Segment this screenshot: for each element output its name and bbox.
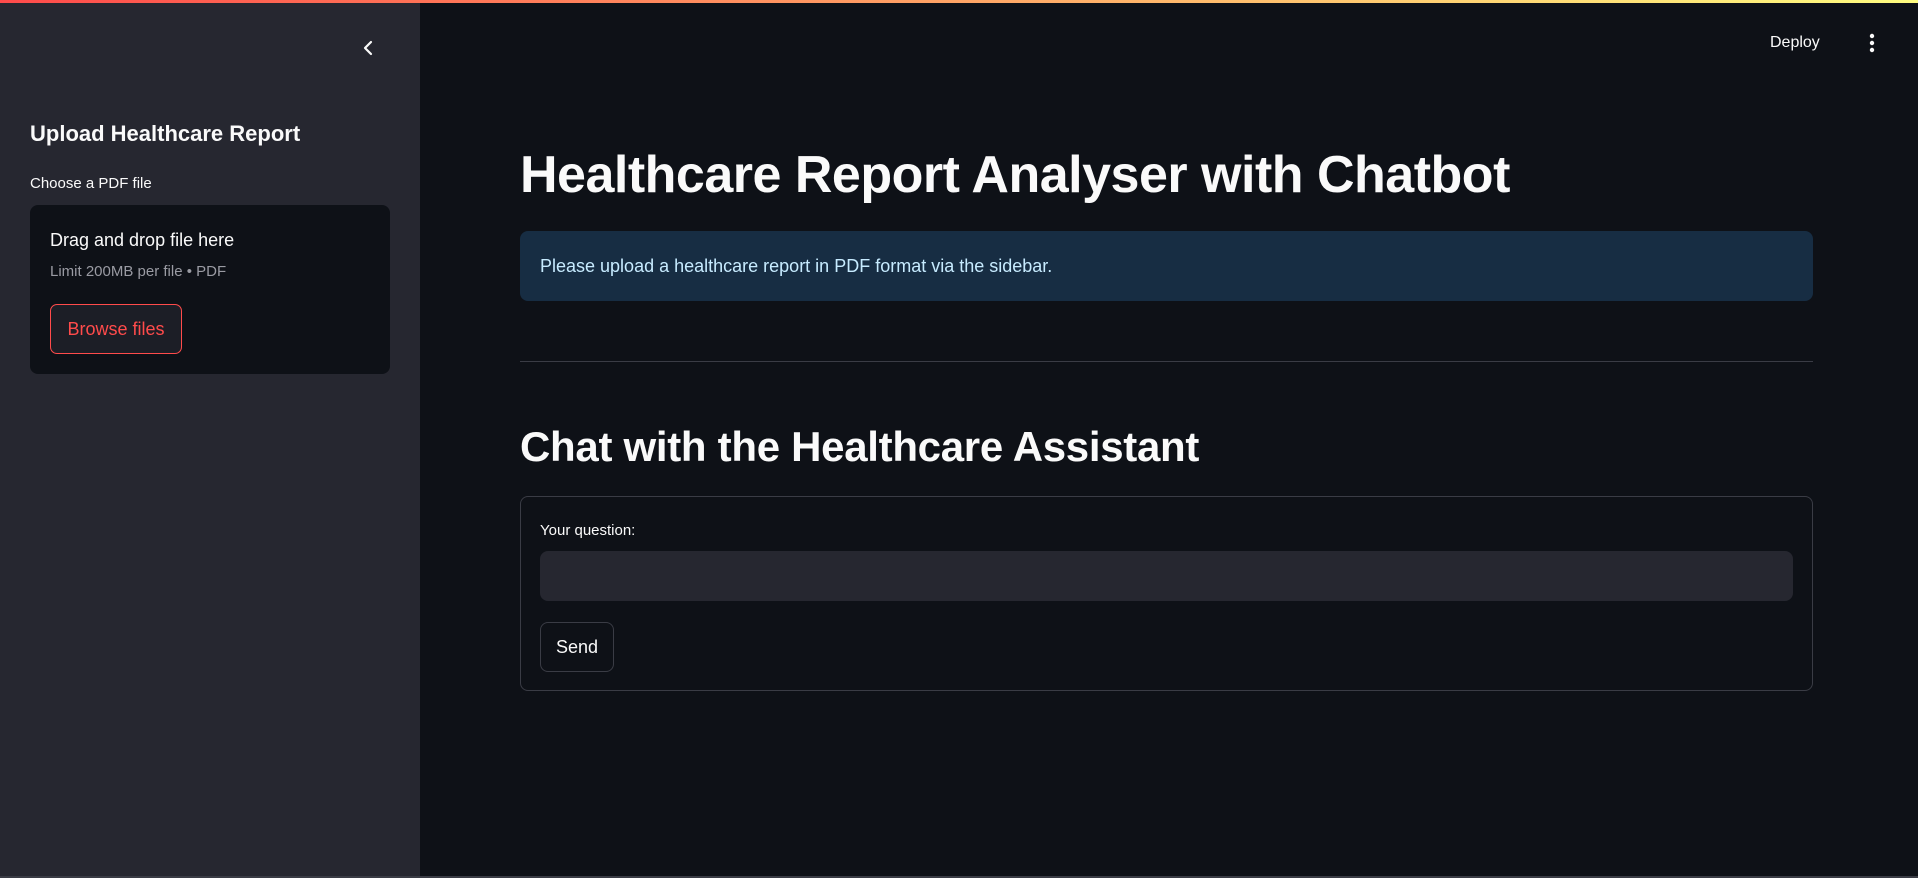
question-label: Your question: <box>540 522 636 539</box>
section-divider <box>520 361 1813 362</box>
app-root: Upload Healthcare Report Choose a PDF fi… <box>0 0 1918 878</box>
chat-section-title: Chat with the Healthcare Assistant <box>520 423 1200 470</box>
file-uploader-label: Choose a PDF file <box>30 175 152 192</box>
collapse-sidebar-button[interactable] <box>355 37 381 63</box>
browse-files-button[interactable]: Browse files <box>50 304 182 354</box>
dropzone-hint: Limit 200MB per file • PDF <box>50 263 227 280</box>
sidebar: Upload Healthcare Report Choose a PDF fi… <box>0 0 420 876</box>
file-dropzone[interactable]: Drag and drop file here Limit 200MB per … <box>30 205 390 374</box>
top-decoration-bar <box>0 0 1918 3</box>
info-alert: Please upload a healthcare report in PDF… <box>520 231 1813 301</box>
chat-form: Your question: Send <box>520 496 1813 691</box>
dropzone-title: Drag and drop file here <box>50 230 235 250</box>
page-title: Healthcare Report Analyser with Chatbot <box>520 146 1510 204</box>
vertical-dots-icon <box>1869 33 1875 57</box>
chevron-left-icon <box>361 39 375 61</box>
send-button[interactable]: Send <box>540 622 614 672</box>
info-alert-text: Please upload a healthcare report in PDF… <box>540 255 1053 276</box>
main-menu-button[interactable] <box>1862 32 1882 58</box>
question-input[interactable] <box>540 551 1793 601</box>
deploy-button[interactable]: Deploy <box>1770 34 1820 52</box>
sidebar-title: Upload Healthcare Report <box>30 121 301 146</box>
